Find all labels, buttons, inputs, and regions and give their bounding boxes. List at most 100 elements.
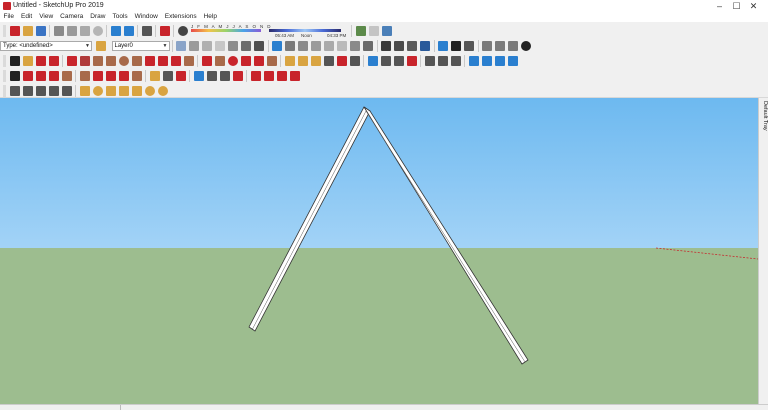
rotate-icon[interactable] <box>227 55 238 66</box>
shape-tool-icon[interactable] <box>61 70 72 81</box>
save-icon[interactable] <box>35 25 46 36</box>
dimension-icon[interactable] <box>297 55 308 66</box>
sandbox-from-contours-icon[interactable] <box>9 85 20 96</box>
cut-icon[interactable] <box>53 25 64 36</box>
erase-icon[interactable] <box>92 25 103 36</box>
eraser-tool-icon[interactable] <box>22 70 33 81</box>
solid-trim-icon[interactable] <box>118 85 129 96</box>
wireframe-icon[interactable] <box>202 40 212 51</box>
iso-view-icon[interactable] <box>272 40 282 51</box>
pan-tool-icon[interactable] <box>206 70 217 81</box>
play-icon[interactable] <box>451 40 461 51</box>
scene-update-icon[interactable] <box>495 40 505 51</box>
look-around-icon[interactable] <box>437 55 448 66</box>
solid-shell-icon[interactable] <box>144 85 155 96</box>
smoove-icon[interactable] <box>35 85 46 96</box>
toolbar-grip[interactable] <box>3 69 6 82</box>
menu-view[interactable]: View <box>36 12 57 22</box>
sandbox-icon[interactable] <box>438 40 448 51</box>
hidden-line-icon[interactable] <box>215 40 225 51</box>
select-icon[interactable] <box>9 70 20 81</box>
extension-tool-icon[interactable] <box>289 70 300 81</box>
menu-help[interactable]: Help <box>200 12 220 22</box>
monochrome-icon[interactable] <box>254 40 264 51</box>
minimize-button[interactable]: – <box>711 0 728 12</box>
three-point-arc-icon[interactable] <box>170 55 181 66</box>
section-plane-tool-icon[interactable] <box>468 55 479 66</box>
time-slider[interactable] <box>269 28 341 32</box>
solid-intersect-icon[interactable] <box>92 85 103 96</box>
arc-icon[interactable] <box>144 55 155 66</box>
close-button[interactable]: ✕ <box>745 0 762 12</box>
axes-icon[interactable] <box>336 55 347 66</box>
menu-file[interactable]: File <box>0 12 17 22</box>
paint-tool-icon[interactable] <box>175 70 186 81</box>
zoom-tool-icon[interactable] <box>219 70 230 81</box>
redo-icon[interactable] <box>123 25 134 36</box>
paste-icon[interactable] <box>79 25 90 36</box>
new-file-icon[interactable] <box>9 25 20 36</box>
text-tool-icon[interactable] <box>162 70 173 81</box>
orbit-tool-icon[interactable] <box>193 70 204 81</box>
solid-split-icon[interactable] <box>131 85 142 96</box>
xray-icon[interactable] <box>176 40 186 51</box>
frame-right-leg[interactable] <box>363 106 529 365</box>
open-file-icon[interactable] <box>22 25 33 36</box>
sandbox-from-scratch-icon[interactable] <box>22 85 33 96</box>
zoom-extents-tool-icon[interactable] <box>232 70 243 81</box>
push-pull-tool-icon[interactable] <box>79 70 90 81</box>
select-arrow-icon[interactable] <box>9 55 20 66</box>
maximize-button[interactable]: ☐ <box>728 0 745 12</box>
layer-combo[interactable]: Layer0 ▼ <box>111 40 170 51</box>
text-icon[interactable] <box>323 55 334 66</box>
drape-icon[interactable] <box>61 85 72 96</box>
type-combo[interactable]: Type: <undefined> ▼ <box>0 40 92 51</box>
extension-warehouse-icon[interactable] <box>420 40 430 51</box>
front-view-icon[interactable] <box>298 40 308 51</box>
orbit-icon[interactable] <box>367 55 378 66</box>
default-tray[interactable]: Default Tray <box>758 98 768 404</box>
scene-add-icon[interactable] <box>482 40 492 51</box>
solid-subtract-icon[interactable] <box>105 85 116 96</box>
top-view-icon[interactable] <box>285 40 295 51</box>
shaded-icon[interactable] <box>228 40 238 51</box>
scene-delete-icon[interactable] <box>508 40 518 51</box>
scale-icon[interactable] <box>253 55 264 66</box>
menu-extensions[interactable]: Extensions <box>161 12 200 22</box>
share-model-icon[interactable] <box>394 40 404 51</box>
component-tool-icon[interactable] <box>276 70 287 81</box>
freehand-icon[interactable] <box>79 55 90 66</box>
stop-icon[interactable] <box>464 40 474 51</box>
gear-icon[interactable] <box>521 40 531 51</box>
share-tool-icon[interactable] <box>263 70 274 81</box>
toolbar-grip[interactable] <box>3 84 6 97</box>
section-fill-icon[interactable] <box>507 55 518 66</box>
zoom-extents-icon[interactable] <box>406 55 417 66</box>
bottom-view-icon[interactable] <box>350 40 360 51</box>
arc-tool-icon[interactable] <box>48 70 59 81</box>
fog-icon[interactable] <box>368 25 379 36</box>
print-icon[interactable] <box>141 25 152 36</box>
follow-me-icon[interactable] <box>240 55 251 66</box>
right-view-icon[interactable] <box>311 40 321 51</box>
offset-icon[interactable] <box>266 55 277 66</box>
polygon-icon[interactable] <box>131 55 142 66</box>
move-tool-icon[interactable] <box>92 70 103 81</box>
circle-icon[interactable] <box>118 55 129 66</box>
tray-label[interactable]: Default Tray <box>760 101 768 131</box>
share-component-icon[interactable] <box>407 40 417 51</box>
left-view-icon[interactable] <box>337 40 347 51</box>
rotate-tool-icon[interactable] <box>105 70 116 81</box>
toolbar-grip[interactable] <box>3 24 6 37</box>
shaded-textures-icon[interactable] <box>241 40 251 51</box>
date-slider[interactable] <box>191 28 261 32</box>
model-info-icon[interactable] <box>159 25 170 36</box>
undo-icon[interactable] <box>110 25 121 36</box>
line-icon[interactable] <box>66 55 77 66</box>
warehouse-icon[interactable] <box>381 40 391 51</box>
offset-tool-icon[interactable] <box>131 70 142 81</box>
walk-icon[interactable] <box>424 55 435 66</box>
push-pull-icon[interactable] <box>214 55 225 66</box>
menu-edit[interactable]: Edit <box>17 12 35 22</box>
back-view-icon[interactable] <box>324 40 334 51</box>
